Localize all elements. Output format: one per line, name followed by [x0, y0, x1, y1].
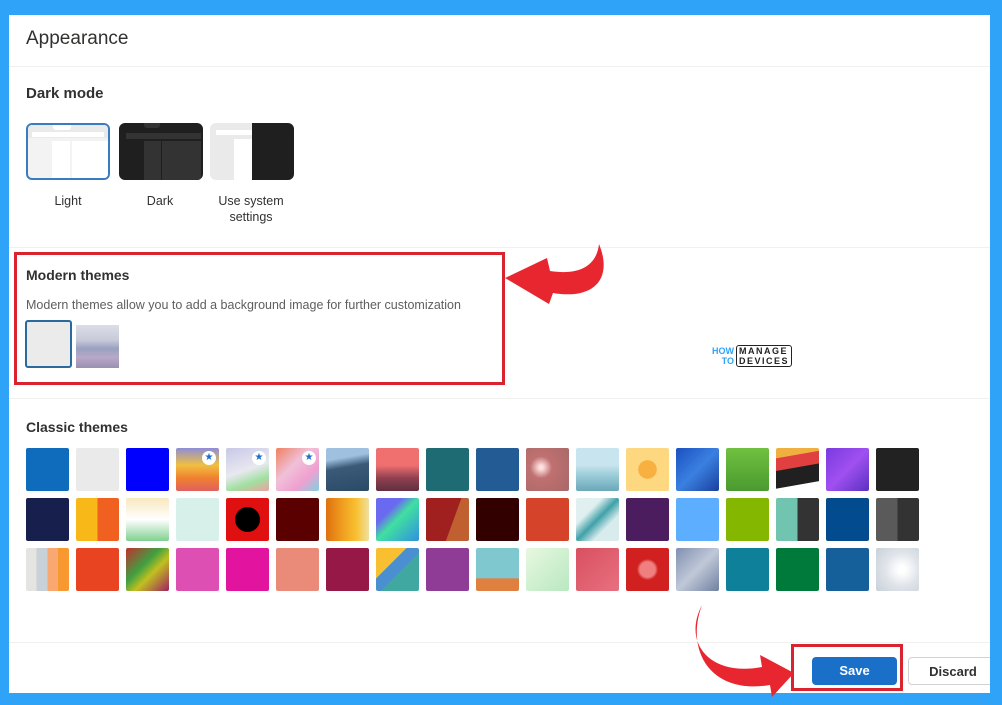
classic-theme-pastel-stripes[interactable]	[26, 548, 69, 591]
classic-theme-magenta[interactable]	[226, 548, 269, 591]
watermark-how: HOW	[712, 346, 734, 356]
classic-theme-navy[interactable]	[26, 498, 69, 541]
classic-theme-coral-geo[interactable]	[576, 548, 619, 591]
classic-theme-blue-abstract[interactable]	[676, 448, 719, 491]
classic-theme-crayons[interactable]	[326, 498, 369, 541]
classic-theme-snowflakes[interactable]	[876, 548, 919, 591]
classic-theme-bright-blue[interactable]	[126, 448, 169, 491]
classic-theme-innovation[interactable]	[476, 448, 519, 491]
star-icon: ★	[202, 451, 216, 465]
watermark-logo: HOW TO MANAGE DEVICES	[712, 345, 793, 367]
modern-theme-misty-hills[interactable]	[76, 325, 119, 368]
classic-theme-pastel-swirl[interactable]: ★	[226, 448, 269, 491]
classic-theme-lime[interactable]	[726, 498, 769, 541]
classic-theme-red-knit[interactable]	[626, 548, 669, 591]
star-icon: ★	[252, 451, 266, 465]
classic-theme-teal-dark-split[interactable]	[776, 498, 819, 541]
classic-theme-lego[interactable]	[76, 498, 119, 541]
divider	[9, 66, 990, 67]
classic-theme-star[interactable]	[626, 448, 669, 491]
classic-theme-material[interactable]	[376, 548, 419, 591]
annotation-arrow-icon	[695, 605, 794, 697]
classic-themes-heading: Classic themes	[26, 419, 128, 435]
classic-theme-vermilion[interactable]	[76, 548, 119, 591]
classic-theme-orange-red[interactable]	[526, 498, 569, 541]
classic-theme-salmon-dots[interactable]	[276, 548, 319, 591]
dark-mode-light-option[interactable]	[26, 123, 110, 180]
classic-theme-robot[interactable]	[476, 548, 519, 591]
classic-theme-maroon[interactable]	[276, 498, 319, 541]
appearance-panel: Appearance Dark mode Light Dark Use syst…	[9, 15, 990, 693]
classic-theme-charcoal[interactable]	[876, 448, 919, 491]
classic-theme-blocks[interactable]	[376, 498, 419, 541]
classic-theme-sky-blue[interactable]	[676, 498, 719, 541]
save-button[interactable]: Save	[812, 657, 897, 685]
classic-theme-red-black-dots[interactable]	[226, 498, 269, 541]
dark-mode-dark-option[interactable]	[119, 123, 203, 180]
classic-theme-blue[interactable]	[26, 448, 69, 491]
classic-theme-pink[interactable]	[176, 548, 219, 591]
dark-mode-system-option[interactable]	[210, 123, 294, 180]
page-title: Appearance	[26, 28, 129, 49]
classic-theme-violet[interactable]	[426, 548, 469, 591]
classic-theme-purple[interactable]	[626, 498, 669, 541]
classic-theme-crimson[interactable]	[326, 548, 369, 591]
divider	[9, 398, 990, 399]
watermark-manage: MANAGE	[739, 346, 788, 356]
classic-theme-rainbow-stripes[interactable]: ★	[176, 448, 219, 491]
classic-theme-teal[interactable]	[726, 548, 769, 591]
classic-theme-lucky-cat[interactable]	[126, 498, 169, 541]
classic-theme-dark-maroon[interactable]	[476, 498, 519, 541]
divider	[9, 642, 990, 643]
classic-theme-ocean-boat[interactable]	[576, 448, 619, 491]
star-icon: ★	[302, 451, 316, 465]
classic-theme-red-wood[interactable]	[426, 498, 469, 541]
modern-themes-description: Modern themes allow you to add a backgro…	[26, 298, 461, 312]
dark-mode-system-label: Use system settings	[218, 194, 284, 224]
dark-mode-dark-label: Dark	[146, 194, 174, 208]
annotation-arrow-icon	[505, 244, 604, 304]
watermark-devices: DEVICES	[739, 356, 790, 366]
classic-theme-denim-heart[interactable]	[676, 548, 719, 591]
discard-button[interactable]: Discard	[908, 657, 990, 685]
classic-theme-deep-blue[interactable]	[826, 498, 869, 541]
classic-theme-mint-geo[interactable]	[526, 548, 569, 591]
classic-theme-bokeh[interactable]	[526, 448, 569, 491]
classic-theme-red-black-geo[interactable]	[776, 448, 819, 491]
classic-theme-mint-chevron[interactable]	[176, 498, 219, 541]
classic-theme-green-meadow[interactable]	[726, 448, 769, 491]
classic-theme-unicorn[interactable]: ★	[276, 448, 319, 491]
dark-mode-light-label: Light	[54, 194, 82, 208]
modern-themes-heading: Modern themes	[26, 267, 130, 283]
classic-theme-blue-circles[interactable]	[826, 548, 869, 591]
dark-mode-heading: Dark mode	[26, 85, 104, 102]
watermark-to: TO	[721, 356, 734, 366]
classic-theme-gray-split[interactable]	[876, 498, 919, 541]
classic-theme-paint-splash[interactable]	[126, 548, 169, 591]
classic-theme-circuit[interactable]	[426, 448, 469, 491]
classic-theme-green[interactable]	[776, 548, 819, 591]
classic-theme-light-gray[interactable]	[76, 448, 119, 491]
modern-theme-default[interactable]	[25, 320, 72, 368]
classic-theme-palm-sunset[interactable]	[376, 448, 419, 491]
classic-theme-mountain[interactable]	[326, 448, 369, 491]
classic-theme-hexagons[interactable]	[576, 498, 619, 541]
classic-theme-purple-haze[interactable]	[826, 448, 869, 491]
